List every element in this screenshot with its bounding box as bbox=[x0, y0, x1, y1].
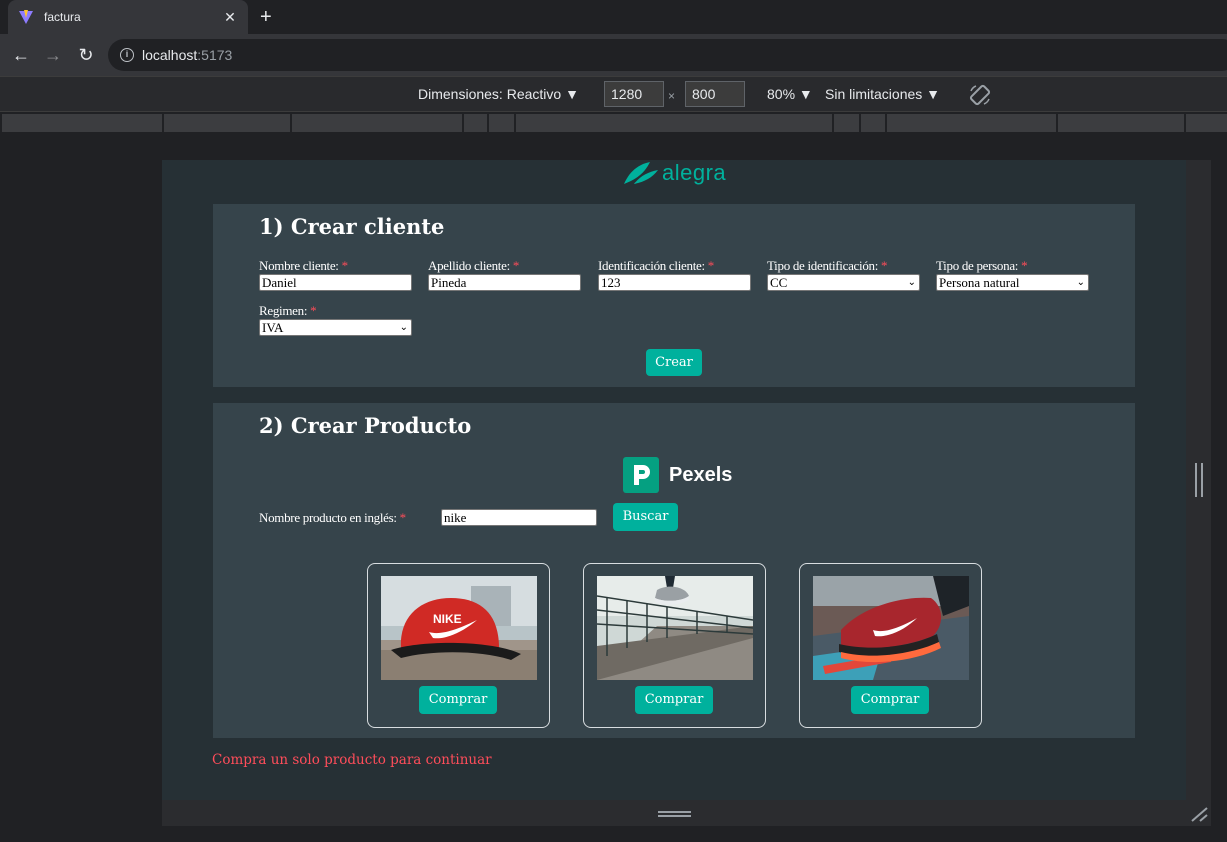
chevron-down-icon: ⌄ bbox=[399, 322, 408, 333]
product-card: NIKE Comprar bbox=[367, 563, 550, 728]
dimensions-dropdown[interactable]: Dimensiones: Reactivo ▼ bbox=[418, 86, 579, 102]
required-mark: * bbox=[707, 258, 715, 273]
product-image-pier[interactable] bbox=[597, 576, 753, 680]
new-tab-icon[interactable]: + bbox=[260, 6, 272, 29]
chevron-down-icon: ⌄ bbox=[1076, 277, 1085, 288]
caret-down-icon: ▼ bbox=[798, 86, 813, 102]
product-search-input[interactable]: nike bbox=[441, 509, 597, 526]
dimensions-label: Dimensiones: Reactivo bbox=[418, 86, 562, 102]
create-product-title: 2) Crear Producto bbox=[259, 413, 472, 438]
pexels-name: Pexels bbox=[669, 463, 733, 486]
forward-arrow-icon[interactable]: → bbox=[42, 44, 64, 66]
first-name-input[interactable]: Daniel bbox=[259, 274, 412, 291]
rotate-icon[interactable] bbox=[968, 83, 992, 107]
caret-down-icon: ▼ bbox=[565, 86, 579, 102]
id-type-label: Tipo de identificación: bbox=[767, 258, 879, 273]
purchase-warning: Compra un solo producto para continuar bbox=[212, 752, 492, 768]
create-client-card: 1) Crear cliente Nombre cliente: * Danie… bbox=[213, 204, 1135, 387]
info-icon[interactable]: i bbox=[120, 48, 134, 62]
create-client-button[interactable]: Crear bbox=[646, 349, 702, 376]
regime-field: Regimen: * IVA ⌄ bbox=[259, 304, 412, 336]
caret-down-icon: ▼ bbox=[926, 86, 941, 102]
throttle-label: Sin limitaciones bbox=[825, 86, 923, 102]
id-number-label: Identificación cliente: bbox=[598, 258, 705, 273]
regime-select[interactable]: IVA ⌄ bbox=[259, 319, 412, 336]
person-type-field: Tipo de persona: * Persona natural ⌄ bbox=[936, 259, 1089, 291]
id-type-select[interactable]: CC ⌄ bbox=[767, 274, 920, 291]
logo-text: alegra bbox=[662, 160, 727, 185]
zoom-label: 80% bbox=[767, 86, 796, 102]
url-port: :5173 bbox=[197, 47, 233, 63]
regime-label: Regimen: bbox=[259, 303, 308, 318]
required-mark: * bbox=[1021, 258, 1028, 273]
create-client-title: 1) Crear cliente bbox=[259, 214, 445, 239]
product-search-label: Nombre producto en inglés: bbox=[259, 510, 397, 525]
chevron-down-icon: ⌄ bbox=[907, 277, 916, 288]
buy-button[interactable]: Comprar bbox=[851, 686, 929, 714]
first-name-label: Nombre cliente: bbox=[259, 258, 339, 273]
device-toolbar: Dimensiones: Reactivo ▼ × 80% ▼ Sin limi… bbox=[0, 76, 1227, 112]
search-button[interactable]: Buscar bbox=[613, 503, 678, 531]
buy-button[interactable]: Comprar bbox=[635, 686, 713, 714]
required-mark: * bbox=[310, 303, 317, 318]
last-name-field: Apellido cliente: * Pineda bbox=[428, 259, 581, 291]
id-type-field: Tipo de identificación: * CC ⌄ bbox=[767, 259, 920, 291]
resize-corner-icon[interactable] bbox=[1190, 806, 1208, 822]
last-name-input[interactable]: Pineda bbox=[428, 274, 581, 291]
browser-toolbar: ← → ↻ i localhost:5173 bbox=[0, 34, 1227, 76]
create-product-card: 2) Crear Producto Pexels Nombre producto… bbox=[213, 403, 1135, 738]
times-sign: × bbox=[668, 89, 676, 103]
height-input[interactable] bbox=[685, 81, 745, 107]
buy-button[interactable]: Comprar bbox=[419, 686, 497, 714]
tab-title: factura bbox=[44, 10, 81, 24]
product-search-label-wrap: Nombre producto en inglés: * bbox=[259, 510, 406, 526]
address-bar[interactable]: i localhost:5173 bbox=[108, 39, 1227, 71]
browser-tab[interactable]: factura ✕ bbox=[8, 0, 248, 34]
id-number-input[interactable]: 123 bbox=[598, 274, 751, 291]
product-image-shoe[interactable] bbox=[813, 576, 969, 680]
id-number-field: Identificación cliente: * 123 bbox=[598, 259, 751, 291]
vite-icon bbox=[19, 10, 33, 24]
url-host: localhost bbox=[142, 47, 198, 63]
back-arrow-icon[interactable]: ← bbox=[10, 44, 32, 66]
svg-text:NIKE: NIKE bbox=[433, 612, 462, 626]
person-type-label: Tipo de persona: bbox=[936, 258, 1019, 273]
reload-icon[interactable]: ↻ bbox=[75, 44, 97, 66]
media-query-ruler bbox=[0, 112, 1227, 134]
product-card: Comprar bbox=[799, 563, 982, 728]
required-mark: * bbox=[341, 258, 349, 273]
last-name-label: Apellido cliente: bbox=[428, 258, 510, 273]
first-name-field: Nombre cliente: * Daniel bbox=[259, 259, 412, 291]
zoom-dropdown[interactable]: 80% ▼ bbox=[767, 86, 813, 102]
web-page: alegra 1) Crear cliente Nombre cliente: … bbox=[162, 160, 1186, 800]
close-tab-icon[interactable]: ✕ bbox=[222, 9, 238, 26]
resize-handle-vertical[interactable] bbox=[1195, 463, 1203, 497]
required-mark: * bbox=[881, 258, 888, 273]
pexels-logo: Pexels bbox=[623, 457, 732, 493]
resize-handle-horizontal[interactable] bbox=[658, 811, 691, 817]
pexels-icon bbox=[623, 457, 659, 493]
required-mark: * bbox=[399, 510, 407, 525]
person-type-select[interactable]: Persona natural ⌄ bbox=[936, 274, 1089, 291]
product-image-cap[interactable]: NIKE bbox=[381, 576, 537, 680]
tab-strip: factura ✕ + bbox=[0, 0, 1227, 34]
product-card: Comprar bbox=[583, 563, 766, 728]
alegra-leaf-icon bbox=[624, 162, 658, 184]
alegra-logo: alegra bbox=[622, 160, 726, 186]
required-mark: * bbox=[512, 258, 520, 273]
width-input[interactable] bbox=[604, 81, 664, 107]
throttle-dropdown[interactable]: Sin limitaciones ▼ bbox=[825, 86, 940, 102]
